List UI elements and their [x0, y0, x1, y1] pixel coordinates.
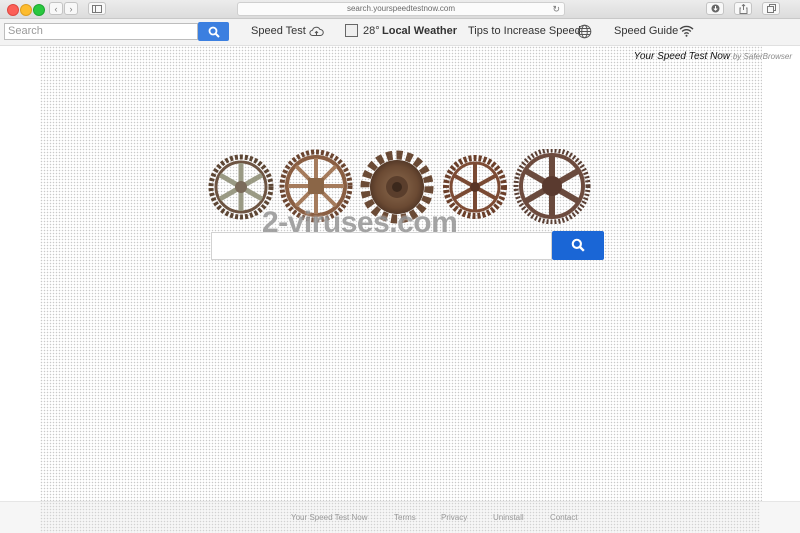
speed-test-link[interactable]: Speed Test [251, 25, 306, 37]
address-bar[interactable]: search.yourspeedtestnow.com ↻ [237, 2, 565, 16]
local-weather-link[interactable]: Local Weather [382, 25, 457, 37]
reload-icon[interactable]: ↻ [552, 3, 560, 15]
footer-link-privacy[interactable]: Privacy [441, 513, 467, 522]
toolbar-search-input[interactable]: Search [4, 23, 198, 40]
globe-icon [577, 24, 592, 39]
browser-titlebar: ‹ › search.yourspeedtestnow.com ↻ [0, 0, 800, 19]
watermark-text: 2-viruses.com [262, 206, 458, 239]
share-button[interactable] [734, 2, 752, 15]
brand-name: Your Speed Test Now [633, 51, 731, 62]
footer-link-home[interactable]: Your Speed Test Now [291, 513, 368, 522]
page-content: Your Speed Test Now by SaferBrowser 2-vi… [0, 46, 800, 501]
gear-5-icon [513, 149, 591, 224]
page-footer: Your Speed Test Now Terms Privacy Uninst… [0, 501, 800, 533]
download-icon [711, 4, 719, 13]
weather-icon [345, 24, 358, 37]
minimize-window-button[interactable] [20, 4, 32, 16]
chevron-left-icon: ‹ [54, 4, 58, 14]
address-text: search.yourspeedtestnow.com [346, 4, 456, 13]
zoom-window-button[interactable] [33, 4, 45, 16]
tabs-icon [766, 4, 776, 13]
footer-link-contact[interactable]: Contact [550, 513, 578, 522]
back-button[interactable]: ‹ [49, 2, 63, 15]
weather-temperature[interactable]: 28° [363, 25, 380, 37]
sidebar-icon [92, 5, 102, 13]
tabs-button[interactable] [762, 2, 780, 15]
main-search-button[interactable] [552, 231, 604, 260]
brand-label: Your Speed Test Now by SaferBrowser [634, 51, 792, 62]
brand-by: by SaferBrowser [732, 52, 792, 61]
tips-link[interactable]: Tips to Increase Speed [468, 25, 581, 37]
footer-link-terms[interactable]: Terms [394, 513, 416, 522]
forward-button[interactable]: › [64, 2, 78, 15]
extension-toolbar: Search Speed Test 28° Local Weather Tips… [0, 19, 800, 46]
footer-link-uninstall[interactable]: Uninstall [493, 513, 524, 522]
toolbar-search-button[interactable] [198, 22, 229, 41]
close-window-button[interactable] [7, 4, 19, 16]
speed-guide-link[interactable]: Speed Guide [614, 25, 678, 37]
cloud-upload-icon [309, 26, 324, 36]
search-icon [571, 238, 585, 252]
dotted-background [40, 46, 762, 501]
search-icon [208, 26, 220, 38]
downloads-button[interactable] [706, 2, 724, 15]
share-icon [739, 3, 747, 14]
wifi-icon [679, 25, 694, 37]
sidebar-toggle-button[interactable] [88, 2, 106, 15]
chevron-right-icon: › [69, 4, 73, 14]
